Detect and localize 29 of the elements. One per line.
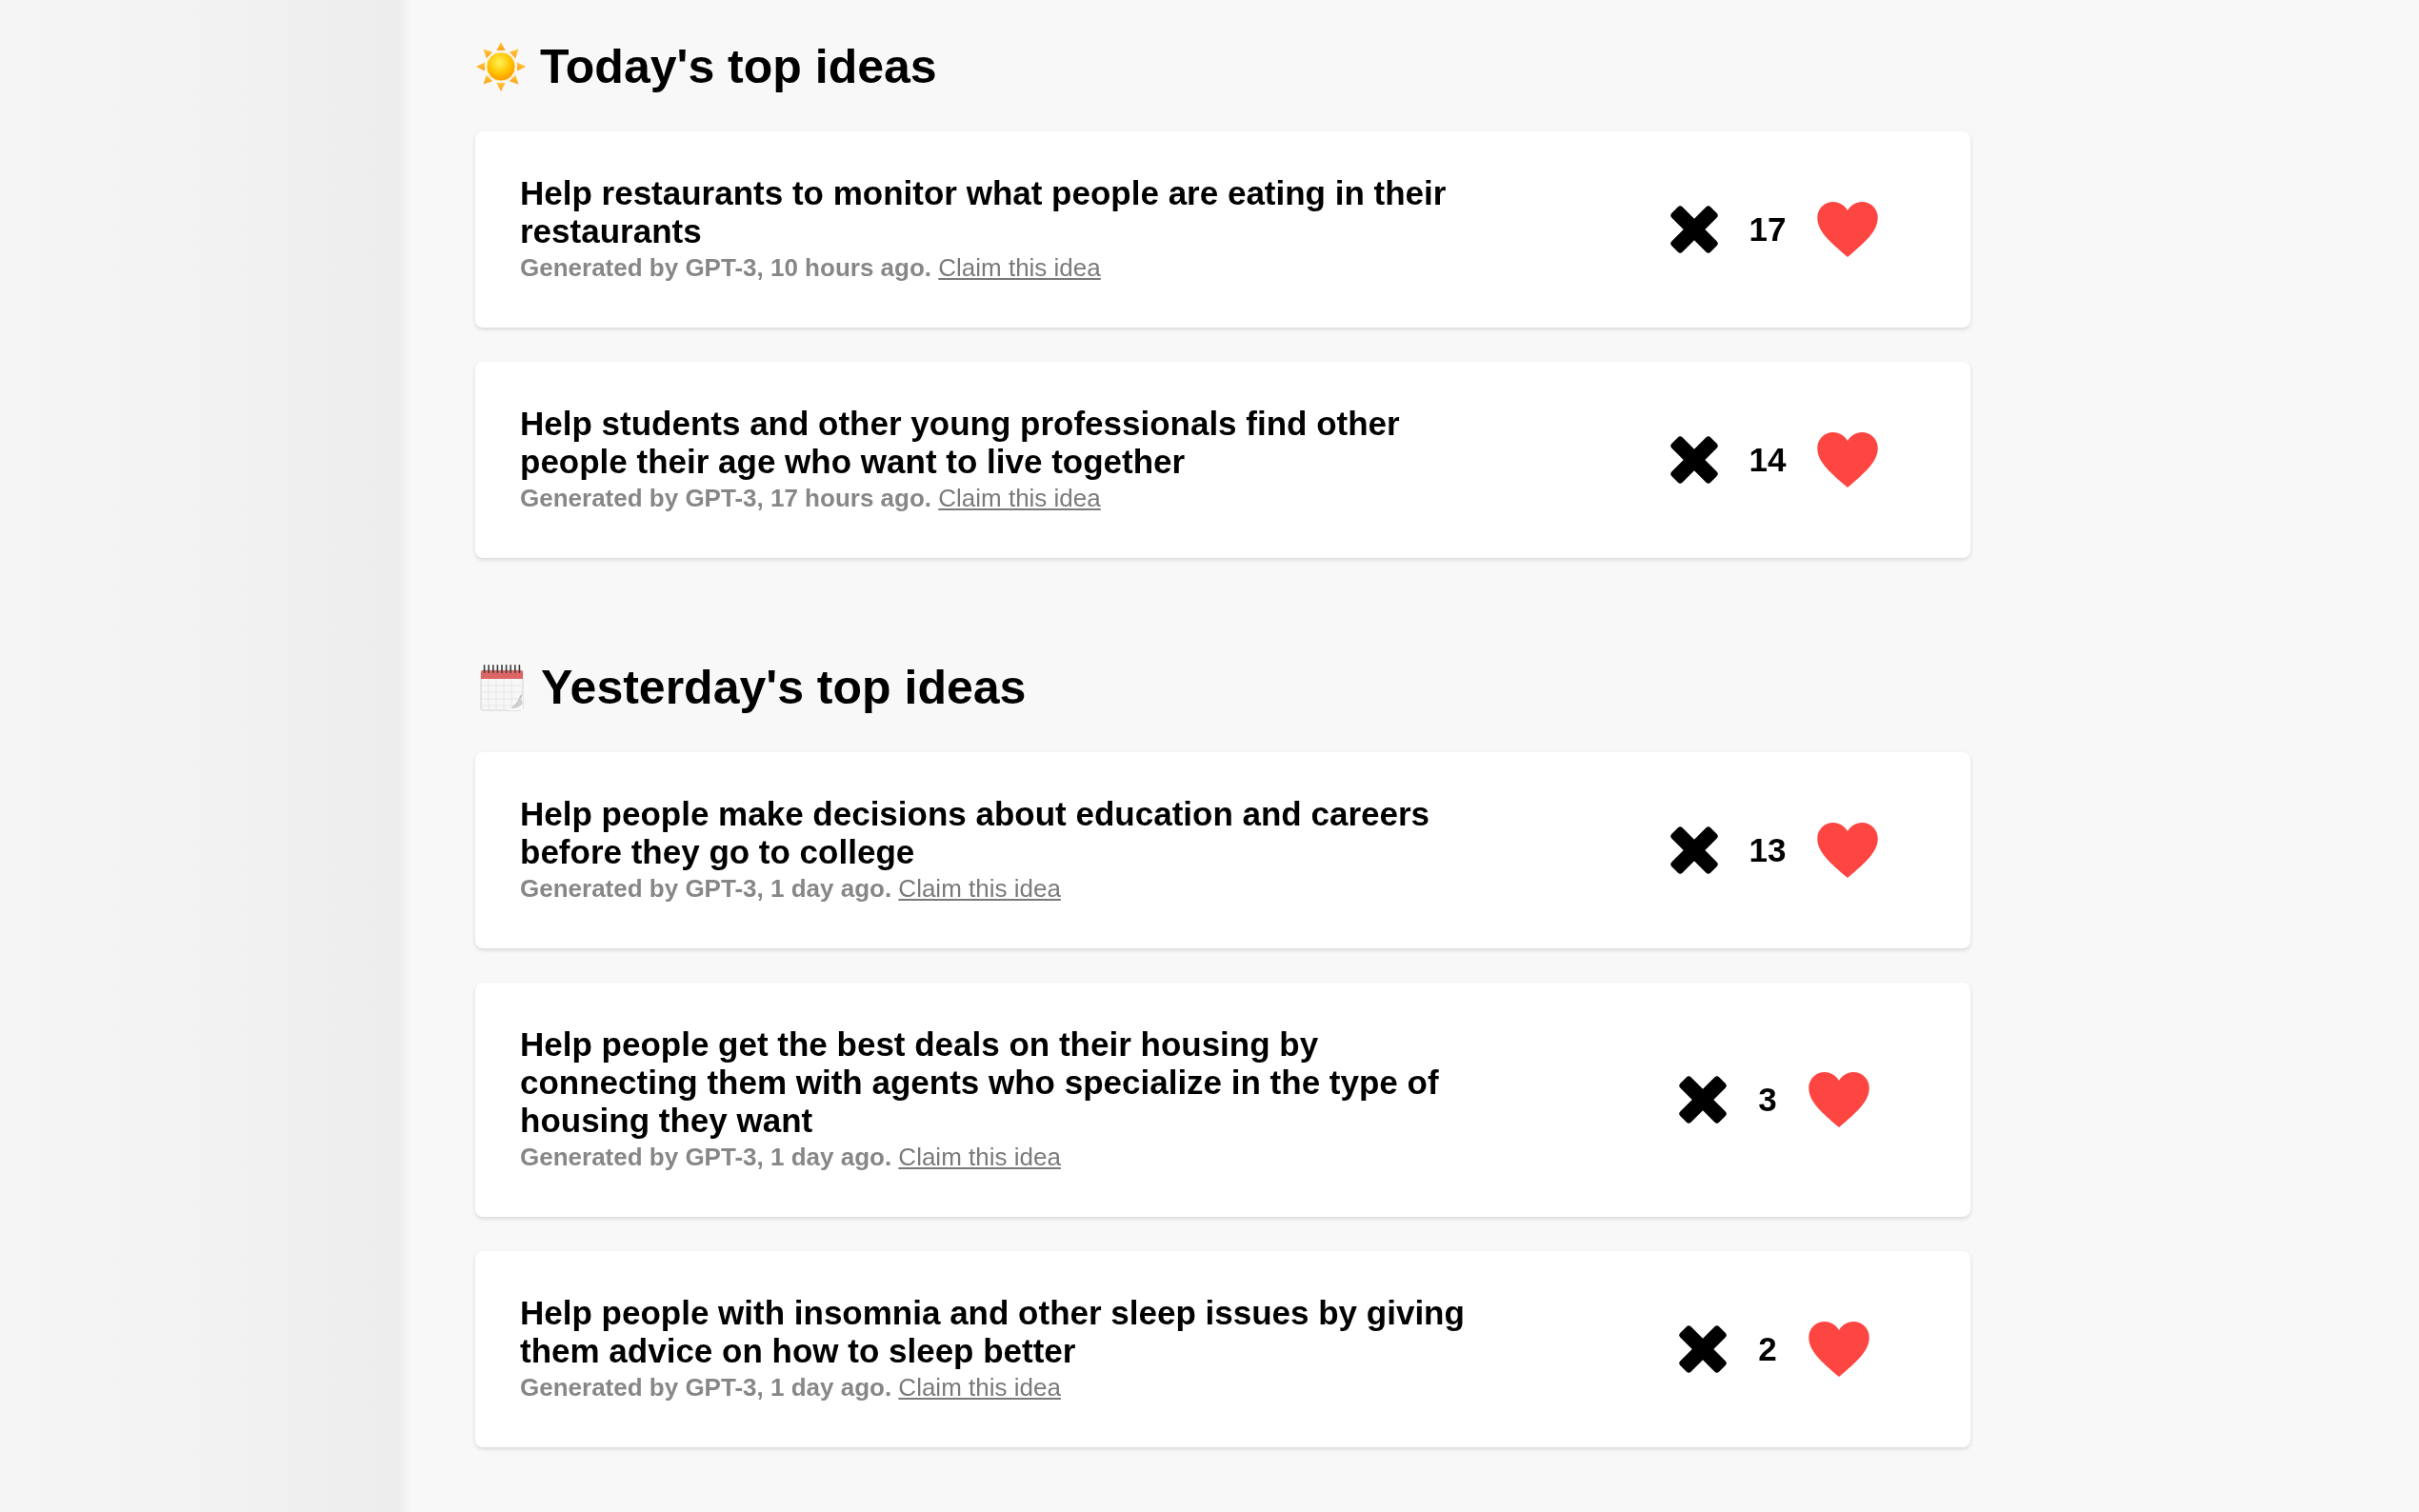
idea-meta: Generated by GPT-3, 10 hours ago. Claim this idea — [520, 252, 1102, 284]
idea-title: Help people get the best deals on their housing by connecting them with agents who specialize in the type of housing they want — [520, 1025, 1440, 1140]
heart-icon[interactable] — [1807, 1072, 1870, 1127]
claim-link[interactable]: Claim this idea — [938, 484, 1101, 512]
vote-count: 2 — [1758, 1330, 1777, 1368]
claim-link[interactable]: Claim this idea — [898, 1143, 1061, 1171]
heart-icon[interactable] — [1807, 1322, 1870, 1377]
vote-count: 14 — [1749, 441, 1787, 479]
section-heading: Yesterday's top ideas — [541, 660, 1027, 716]
idea-title: Help people with insomnia and other sleep issues by giving them advice on how to sleep better — [520, 1294, 1466, 1370]
idea-title: Help people make decisions about education and careers before they go to college — [520, 795, 1430, 871]
calendar-icon — [480, 664, 524, 711]
heart-icon[interactable] — [1816, 432, 1880, 487]
idea-title: Help students and other young professionals find other people their age who want to live together — [520, 405, 1401, 481]
section-heading: Today's top ideas — [540, 39, 937, 95]
heart-icon[interactable] — [1816, 823, 1880, 878]
claim-link[interactable]: Claim this idea — [898, 1373, 1061, 1402]
vote-count: 13 — [1749, 831, 1787, 869]
claim-link[interactable]: Claim this idea — [898, 874, 1061, 903]
idea-title: Help restaurants to monitor what people are eating in their restaurants — [520, 174, 1448, 250]
idea-meta: Generated by GPT-3, 17 hours ago. Claim this idea — [520, 483, 1102, 514]
vote-count: 17 — [1749, 210, 1787, 249]
idea-meta: Generated by GPT-3, 1 day ago. Claim this idea — [520, 1372, 1062, 1403]
idea-meta: Generated by GPT-3, 1 day ago. Claim this idea — [520, 873, 1062, 905]
heart-icon[interactable] — [1816, 202, 1880, 257]
idea-meta: Generated by GPT-3, 1 day ago. Claim this idea — [520, 1142, 1062, 1173]
sun-icon — [475, 41, 527, 92]
vote-count: 3 — [1758, 1081, 1777, 1119]
claim-link[interactable]: Claim this idea — [938, 253, 1101, 282]
